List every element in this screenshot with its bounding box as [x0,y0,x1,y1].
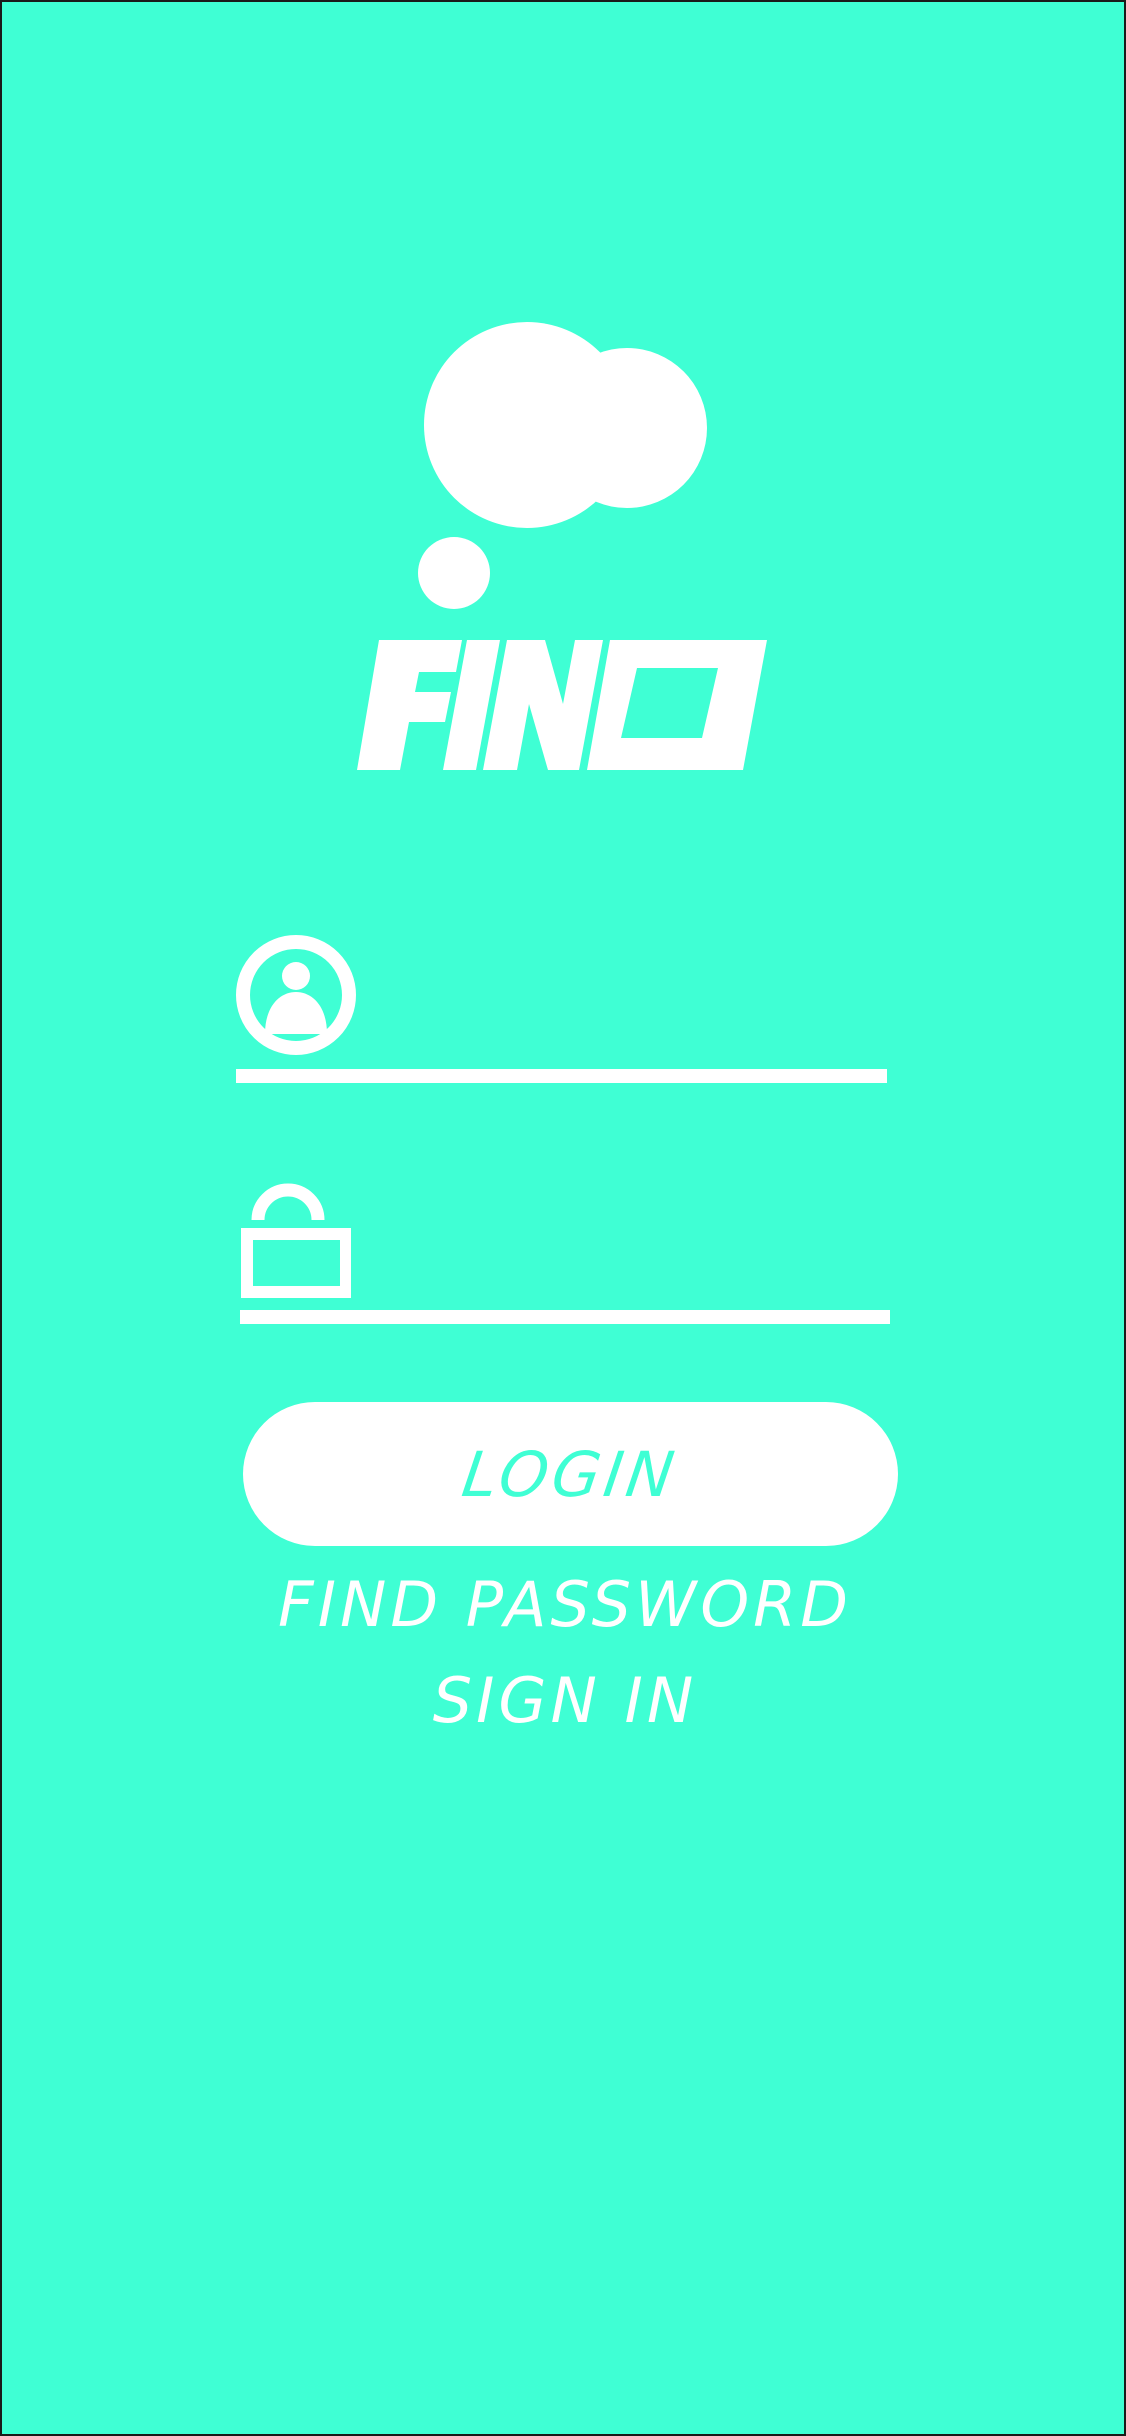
login-button-label: LOGIN [458,1437,683,1511]
username-underline [236,1069,887,1083]
login-button[interactable]: LOGIN [243,1402,898,1546]
find-wordmark-logo [357,640,767,770]
password-input[interactable] [374,1198,886,1278]
find-password-link[interactable]: FIND PASSWORD [2,1568,1126,1641]
thought-bubble-icon [418,322,707,609]
login-screen: LOGIN FIND PASSWORD SIGN IN [0,0,1126,2436]
sign-in-link[interactable]: SIGN IN [2,1664,1126,1737]
username-input[interactable] [374,957,884,1037]
lock-icon [241,1183,351,1298]
password-underline [240,1310,890,1324]
user-icon [236,935,356,1055]
